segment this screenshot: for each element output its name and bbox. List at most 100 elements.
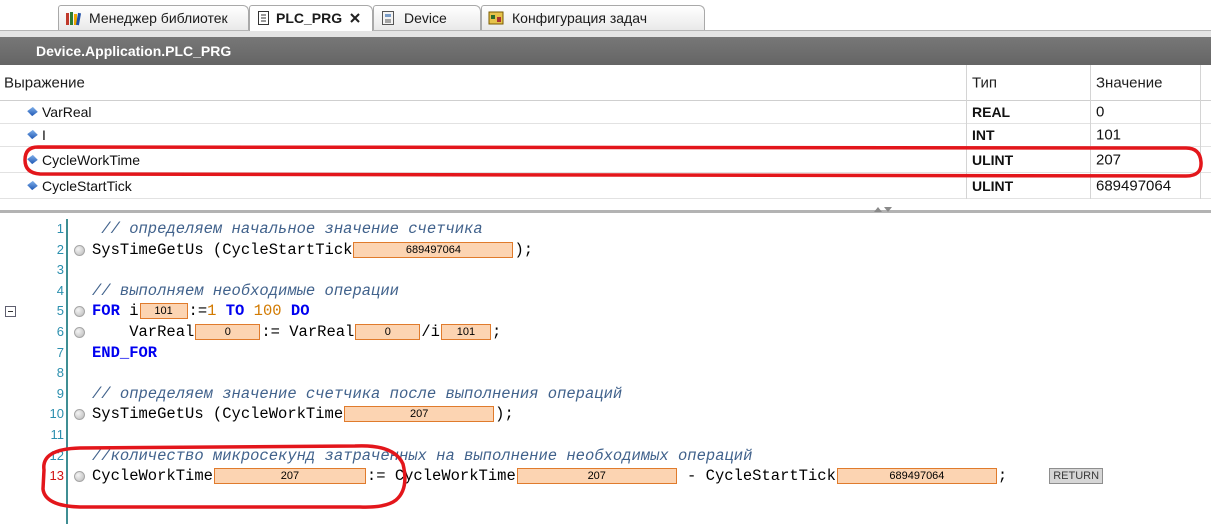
column-header-value[interactable]: Значение	[1096, 74, 1163, 91]
code-text: ;	[491, 323, 502, 341]
close-icon[interactable]	[350, 13, 360, 23]
code-text-line[interactable]: //количество микросекунд затраченных на …	[92, 446, 752, 467]
variable-type: INT	[972, 127, 995, 143]
code-text-line[interactable]: // определяем значение счетчика после вы…	[92, 384, 622, 405]
tab-label: Конфигурация задач	[512, 10, 647, 26]
code-text-line[interactable]: // определяем начальное значение счетчик…	[92, 219, 483, 240]
code-line[interactable]: 1 // определяем начальное значение счетч…	[0, 219, 1211, 240]
column-header-expression[interactable]: Выражение	[4, 74, 85, 91]
monitor-value[interactable]: 101	[139, 303, 188, 320]
variable-type: ULINT	[972, 151, 1014, 168]
variable-value[interactable]: 689497064	[1096, 177, 1171, 194]
line-number[interactable]: 5	[18, 301, 64, 322]
pane-splitter[interactable]	[0, 210, 1211, 213]
code-line[interactable]: 8	[0, 363, 1211, 384]
variable-value[interactable]: 101	[1096, 127, 1121, 144]
variable-icon	[27, 180, 38, 190]
monitor-value[interactable]: 689497064	[353, 241, 514, 258]
line-number[interactable]: 10	[18, 404, 64, 425]
breakpoint-position-icon[interactable]	[74, 327, 85, 338]
table-row[interactable]: I INT 101	[0, 124, 1211, 147]
code-editor[interactable]: 1 // определяем начальное значение счетч…	[0, 219, 1211, 524]
variable-name: CycleWorkTime	[42, 151, 141, 168]
breakpoint-position-icon[interactable]	[74, 306, 85, 318]
line-number[interactable]: 9	[18, 384, 64, 405]
code-line[interactable]: 13 CycleWorkTime 207:= CycleWorkTime 207 - …	[0, 466, 1211, 487]
code-line[interactable]: 11	[0, 425, 1211, 446]
line-number[interactable]: 4	[18, 281, 64, 302]
code-line[interactable]: 7 END_FOR	[0, 343, 1211, 364]
table-row[interactable]: CycleStartTick ULINT 689497064	[0, 173, 1211, 199]
code-text-line[interactable]: END_FOR	[92, 343, 157, 364]
watch-title-bar: Device.Application.PLC_PRG	[0, 37, 1211, 65]
monitor-value[interactable]: 207	[344, 406, 495, 423]
code-line[interactable]: 9 // определяем значение счетчика после в…	[0, 384, 1211, 405]
collapse-icon[interactable]	[5, 306, 16, 318]
return-marker[interactable]: RETURN	[1049, 468, 1104, 485]
monitor-value[interactable]: 207	[516, 468, 677, 485]
comment: // выполняем необходимые операции	[92, 281, 399, 300]
code-text-line[interactable]: SysTimeGetUs (CycleWorkTime 207);	[92, 404, 514, 425]
line-number[interactable]: 6	[18, 322, 64, 343]
keyword: FOR	[92, 302, 120, 321]
code-text-line[interactable]: // выполняем необходимые операции	[92, 281, 399, 302]
comment: // определяем начальное значение счетчик…	[92, 220, 483, 238]
variable-icon	[27, 154, 38, 164]
monitor-value[interactable]: 0	[355, 323, 421, 340]
line-number[interactable]: 8	[18, 363, 64, 384]
code-text: /i	[421, 323, 440, 341]
line-number[interactable]: 7	[18, 343, 64, 364]
code-line[interactable]: 12 //количество микросекунд затраченных н…	[0, 446, 1211, 467]
code-text-line[interactable]: VarReal 0:= VarReal 0/i 101;	[92, 322, 501, 343]
code-text-line[interactable]: SysTimeGetUs (CycleStartTick 689497064);	[92, 240, 533, 261]
keyword: DO	[290, 302, 310, 321]
line-number[interactable]: 2	[18, 240, 64, 261]
code-text-line[interactable]: FOR i 101:=1 TO 100 DO	[92, 301, 310, 322]
column-header-type[interactable]: Тип	[972, 74, 997, 91]
tab-plc-prg[interactable]: PLC_PRG	[249, 5, 373, 31]
breakpoint-position-icon[interactable]	[74, 409, 85, 421]
variable-type: REAL	[972, 104, 1011, 120]
code-line[interactable]: 3	[0, 260, 1211, 281]
splitter-arrows-icon[interactable]	[872, 205, 894, 213]
column-divider[interactable]	[1200, 65, 1201, 199]
code-text: SysTimeGetUs (CycleStartTick	[92, 240, 353, 259]
monitor-value[interactable]: 101	[440, 323, 491, 340]
line-number[interactable]: 13	[18, 466, 64, 487]
line-number[interactable]: 12	[18, 446, 64, 467]
monitor-value[interactable]: 689497064	[836, 468, 997, 485]
line-number[interactable]: 3	[18, 260, 64, 281]
monitor-value[interactable]: 207	[213, 468, 366, 485]
variable-value[interactable]: 207	[1096, 151, 1121, 168]
breakpoint-position-icon[interactable]	[74, 471, 85, 483]
tab-task-configuration[interactable]: Конфигурация задач	[481, 5, 705, 30]
code-text-line[interactable]: CycleWorkTime 207:= CycleWorkTime 207 - Cy…	[92, 466, 1104, 487]
column-divider[interactable]	[966, 65, 967, 199]
variable-icon	[27, 106, 38, 117]
code-line[interactable]: 10 SysTimeGetUs (CycleWorkTime 207);	[0, 404, 1211, 425]
code-text: := VarReal	[261, 323, 355, 341]
comment: //количество микросекунд затраченных на …	[92, 446, 753, 465]
code-line[interactable]: 2 SysTimeGetUs (CycleStartTick 689497064);	[0, 240, 1211, 261]
code-line[interactable]: 4 // выполняем необходимые операции	[0, 281, 1211, 302]
breakpoint-position-icon[interactable]	[74, 244, 85, 256]
line-number[interactable]: 11	[18, 425, 65, 446]
code-line[interactable]: 6 VarReal 0:= VarReal 0/i 101;	[0, 322, 1211, 343]
table-row[interactable]: CycleWorkTime ULINT 207	[0, 147, 1211, 173]
code-text: ;	[997, 467, 1008, 486]
variable-value[interactable]: 0	[1096, 104, 1104, 121]
tab-device[interactable]: Device	[373, 5, 481, 30]
column-divider[interactable]	[1090, 65, 1091, 199]
table-header-row: Выражение Тип Значение	[0, 65, 1211, 101]
device-icon	[382, 11, 394, 25]
watch-title: Device.Application.PLC_PRG	[36, 43, 232, 59]
table-row[interactable]: VarReal REAL 0	[0, 101, 1211, 124]
variable-name: CycleStartTick	[42, 177, 132, 194]
monitor-value[interactable]: 0	[195, 323, 261, 340]
line-number[interactable]: 1	[18, 219, 64, 240]
tab-library-manager[interactable]: Менеджер библиотек	[58, 5, 249, 30]
code-line[interactable]: 5 FOR i 101:=1 TO 100 DO	[0, 301, 1211, 322]
comment: // определяем значение счетчика после вы…	[92, 384, 623, 403]
